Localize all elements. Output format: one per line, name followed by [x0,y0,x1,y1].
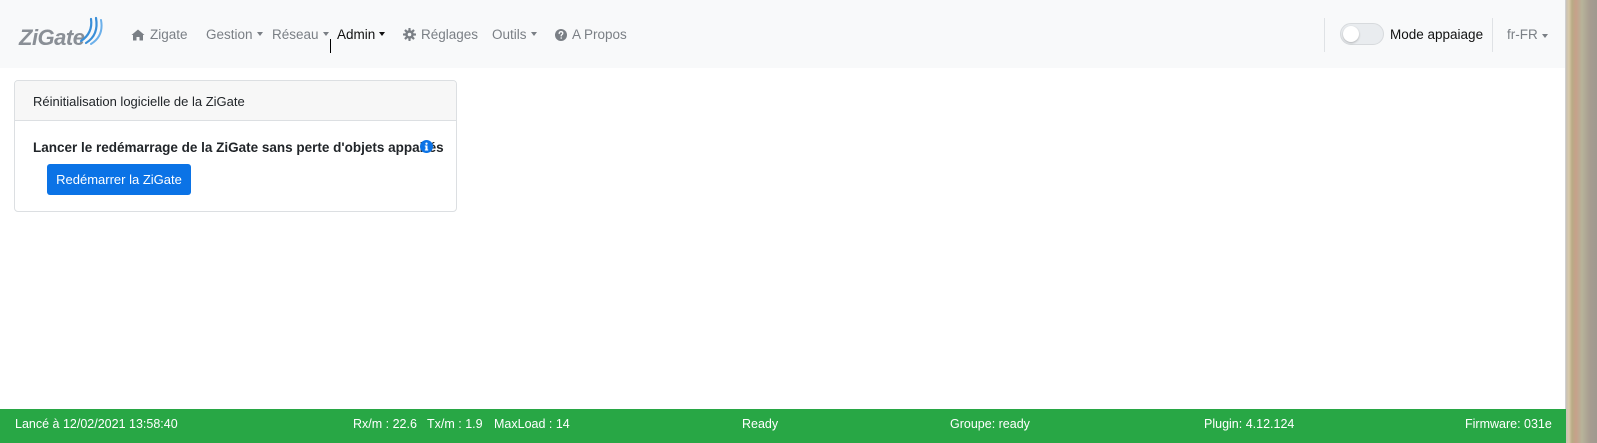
brand-logo[interactable]: ZiGate [17,15,103,51]
card-header: Réinitialisation logicielle de la ZiGate [15,81,456,121]
gear-icon [403,28,416,41]
toggle-knob [1343,26,1359,42]
status-group: Groupe: ready [950,417,1030,431]
nav-item-zigate[interactable]: Zigate [131,27,188,42]
chevron-down-icon [530,31,537,36]
soft-reset-card: Réinitialisation logicielle de la ZiGate… [14,80,457,212]
card-description: Lancer le redémarrage de la ZiGate sans … [33,140,444,155]
status-bar: Lancé à 12/02/2021 13:58:40 Rx/m : 22.6 … [0,409,1566,443]
brand-text: ZiGate [19,25,85,50]
desktop-background [1566,0,1597,443]
status-ready: Ready [742,417,779,431]
navbar-divider [1324,18,1325,52]
nav-item-label: Réseau [272,27,319,42]
question-circle-icon [555,28,567,41]
info-icon[interactable] [420,140,433,158]
pairing-mode-label: Mode appaiage [1390,27,1484,42]
wireless-signal-icon [79,16,103,45]
nav-item-outils[interactable]: Outils [492,27,537,42]
chevron-down-icon [322,31,329,36]
navbar-divider [1492,18,1493,52]
chevron-down-icon [1541,34,1548,38]
nav-item-apropos[interactable]: A Propos [555,27,627,42]
chevron-down-icon [379,31,386,36]
nav-item-label: Gestion [206,27,253,42]
status-plugin-version: Plugin: 4.12.124 [1204,417,1295,431]
nav-item-gestion[interactable]: Gestion [206,27,263,42]
status-maxload: MaxLoad : 14 [494,417,570,431]
text-cursor [330,39,331,53]
nav-item-admin[interactable]: Admin [337,27,386,42]
status-rx: Rx/m : 22.6 [353,417,417,431]
language-selector[interactable]: fr-FR [1507,27,1548,42]
nav-item-label: Admin [337,27,376,42]
nav-item-label: Zigate [150,27,188,42]
pairing-mode-toggle[interactable] [1340,23,1384,45]
top-navbar: ZiGate Zigate Gestion Réseau Admin Régla… [0,0,1566,68]
nav-item-label: A Propos [572,27,627,42]
nav-item-reglages[interactable]: Réglages [403,27,478,42]
nav-item-label: Outils [492,27,527,42]
status-tx: Tx/m : 1.9 [427,417,483,431]
status-started: Lancé à 12/02/2021 13:58:40 [15,417,178,431]
language-label: fr-FR [1507,27,1538,42]
restart-zigate-button[interactable]: Redémarrer la ZiGate [47,164,191,195]
app-window: ZiGate Zigate Gestion Réseau Admin Régla… [0,0,1597,443]
nav-item-label: Réglages [421,27,479,42]
chevron-down-icon [256,31,263,36]
card-body: Lancer le redémarrage de la ZiGate sans … [15,121,456,211]
nav-item-reseau[interactable]: Réseau [272,27,329,42]
status-firmware-version: Firmware: 031e [1465,417,1552,431]
home-icon [131,29,145,41]
